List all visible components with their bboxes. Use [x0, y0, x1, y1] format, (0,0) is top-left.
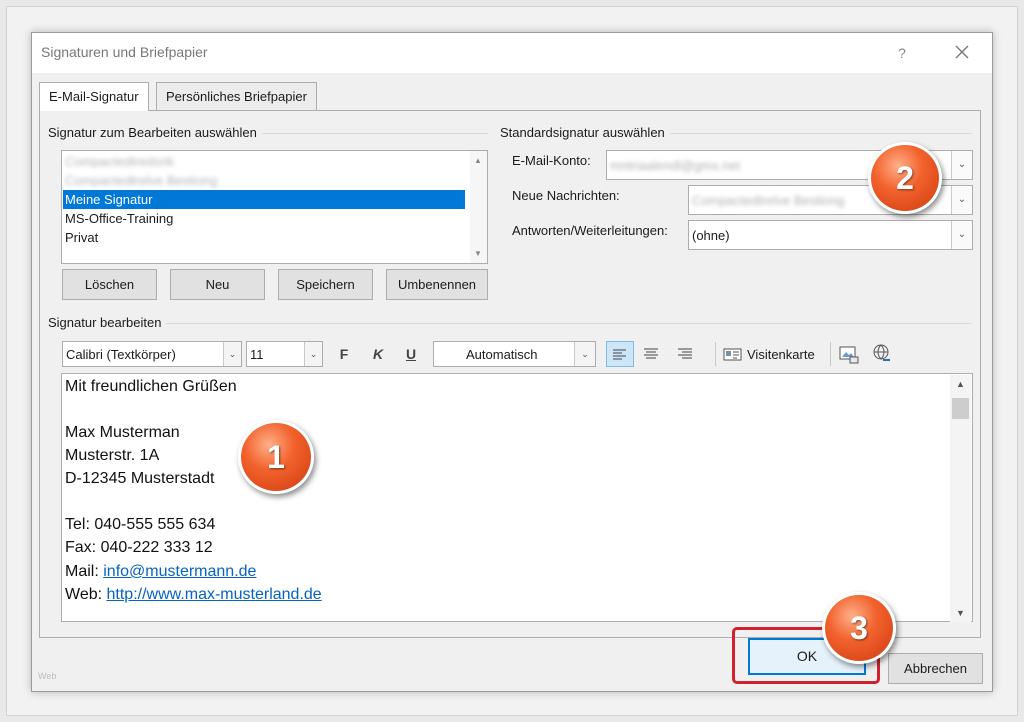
replies-label: Antworten/Weiterleitungen: [512, 223, 668, 238]
align-center-icon [644, 348, 658, 359]
signature-select-label: Signatur zum Bearbeiten auswählen [48, 125, 262, 140]
signature-street: Musterstr. 1A [65, 447, 160, 464]
signature-mail-prefix: Mail: [65, 563, 104, 580]
font-name-select[interactable]: Calibri (Textkörper) ⌄ [62, 341, 242, 367]
toolbar-separator [715, 342, 716, 366]
tab-personal-stationery[interactable]: Persönliches Briefpapier [156, 82, 317, 110]
hyperlink-button[interactable] [871, 343, 893, 365]
title-bar: Signaturen und Briefpapier ? [32, 33, 992, 73]
new-button[interactable]: Neu [170, 269, 265, 300]
list-item[interactable]: Compactedtrelve Bestiong [63, 171, 465, 190]
signature-tel: Tel: 040-555 555 634 [65, 516, 216, 533]
email-account-value: mntriaalendl@gmx.net [610, 158, 741, 173]
rename-button[interactable]: Umbenennen [386, 269, 488, 300]
replies-value: (ohne) [692, 228, 730, 243]
signature-editor[interactable]: Mit freundlichen Grüßen Max Musterman Mu… [61, 373, 973, 622]
default-signature-label: Standardsignatur auswählen [500, 125, 670, 140]
group-divider [48, 323, 972, 324]
business-card-button[interactable] [723, 343, 745, 365]
font-name-value: Calibri (Textkörper) [66, 347, 176, 362]
signature-list-scrollbar[interactable]: ▲ ▼ [470, 151, 487, 263]
signature-greeting: Mit freundlichen Grüßen [65, 378, 237, 395]
chevron-down-icon[interactable]: ⌄ [951, 186, 972, 214]
delete-button-label: Löschen [84, 277, 135, 292]
chevron-down-icon[interactable]: ⌄ [951, 221, 972, 249]
save-button[interactable]: Speichern [278, 269, 373, 300]
callout-one: 1 [238, 420, 314, 494]
replies-select[interactable]: (ohne) ⌄ [688, 220, 973, 250]
edit-signature-label: Signatur bearbeiten [48, 315, 167, 330]
font-color-select[interactable]: Automatisch ⌄ [433, 341, 596, 367]
insert-picture-button[interactable] [838, 343, 860, 365]
underline-button[interactable]: U [400, 343, 422, 365]
new-messages-value: Compactedtrelve Bestiong [692, 193, 845, 208]
help-button[interactable]: ? [890, 41, 914, 65]
editor-scrollbar[interactable]: ▲ ▼ [950, 375, 971, 622]
font-size-value: 11 [250, 347, 264, 362]
list-item[interactable]: MS-Office-Training [63, 209, 465, 228]
new-button-label: Neu [205, 277, 230, 292]
new-messages-label: Neue Nachrichten: [512, 188, 620, 203]
signature-fax: Fax: 040-222 333 12 [65, 539, 213, 556]
signature-list[interactable]: Compactedtredsrik Compactedtrelve Bestio… [61, 150, 488, 264]
ok-button-label: OK [796, 648, 818, 664]
signature-city: D-12345 Musterstadt [65, 470, 215, 487]
scroll-down-icon[interactable]: ▼ [474, 249, 482, 258]
chevron-down-icon[interactable]: ⌄ [304, 342, 322, 366]
tab-personal-stationery-label: Persönliches Briefpapier [166, 89, 307, 104]
signature-name: Max Musterman [65, 424, 180, 441]
editor-scroll-thumb[interactable] [952, 398, 969, 419]
scroll-down-icon[interactable]: ▼ [956, 608, 965, 618]
close-icon [955, 45, 969, 59]
signature-mail-line: Mail: info@mustermann.de [65, 560, 256, 583]
watermark: Web [38, 671, 57, 681]
font-size-select[interactable]: 11 ⌄ [246, 341, 323, 367]
callout-two: 2 [868, 142, 942, 214]
bold-button[interactable]: F [333, 343, 355, 365]
align-left-icon [613, 349, 626, 360]
signature-web-prefix: Web: [65, 586, 107, 603]
align-center-button[interactable] [638, 341, 666, 367]
web-link[interactable]: http://www.max-musterland.de [107, 586, 322, 603]
align-right-icon [678, 348, 692, 359]
italic-button[interactable]: K [367, 343, 389, 365]
hyperlink-icon [873, 344, 890, 361]
email-account-label: E-Mail-Konto: [512, 153, 591, 168]
font-color-value: Automatisch [466, 347, 538, 362]
align-left-button[interactable] [606, 341, 634, 367]
tab-email-signature[interactable]: E-Mail-Signatur [39, 82, 149, 111]
cancel-button-label: Abbrechen [904, 661, 967, 676]
chevron-down-icon[interactable]: ⌄ [574, 342, 595, 366]
rename-button-label: Umbenennen [397, 277, 477, 292]
list-item[interactable]: Meine Signatur [63, 190, 465, 209]
toolbar-separator [830, 342, 831, 366]
mail-link[interactable]: info@mustermann.de [103, 563, 256, 580]
chevron-down-icon[interactable]: ⌄ [951, 151, 972, 179]
list-item[interactable]: Privat [63, 228, 465, 247]
chevron-down-icon[interactable]: ⌄ [223, 342, 241, 366]
signature-web-line: Web: http://www.max-musterland.de [65, 583, 322, 606]
align-right-button[interactable] [672, 341, 700, 367]
insert-picture-icon [839, 346, 859, 364]
scroll-up-icon[interactable]: ▲ [956, 379, 965, 389]
tab-email-signature-label: E-Mail-Signatur [49, 89, 139, 104]
cancel-button[interactable]: Abbrechen [888, 653, 983, 684]
dialog-title: Signaturen und Briefpapier [41, 44, 208, 60]
save-button-label: Speichern [296, 277, 355, 292]
list-item[interactable]: Compactedtredsrik [63, 152, 465, 171]
business-card-icon [723, 348, 742, 361]
callout-three: 3 [822, 592, 896, 664]
delete-button[interactable]: Löschen [62, 269, 157, 300]
business-card-label[interactable]: Visitenkarte [747, 347, 815, 362]
close-button[interactable] [949, 39, 975, 65]
scroll-up-icon[interactable]: ▲ [474, 156, 482, 165]
